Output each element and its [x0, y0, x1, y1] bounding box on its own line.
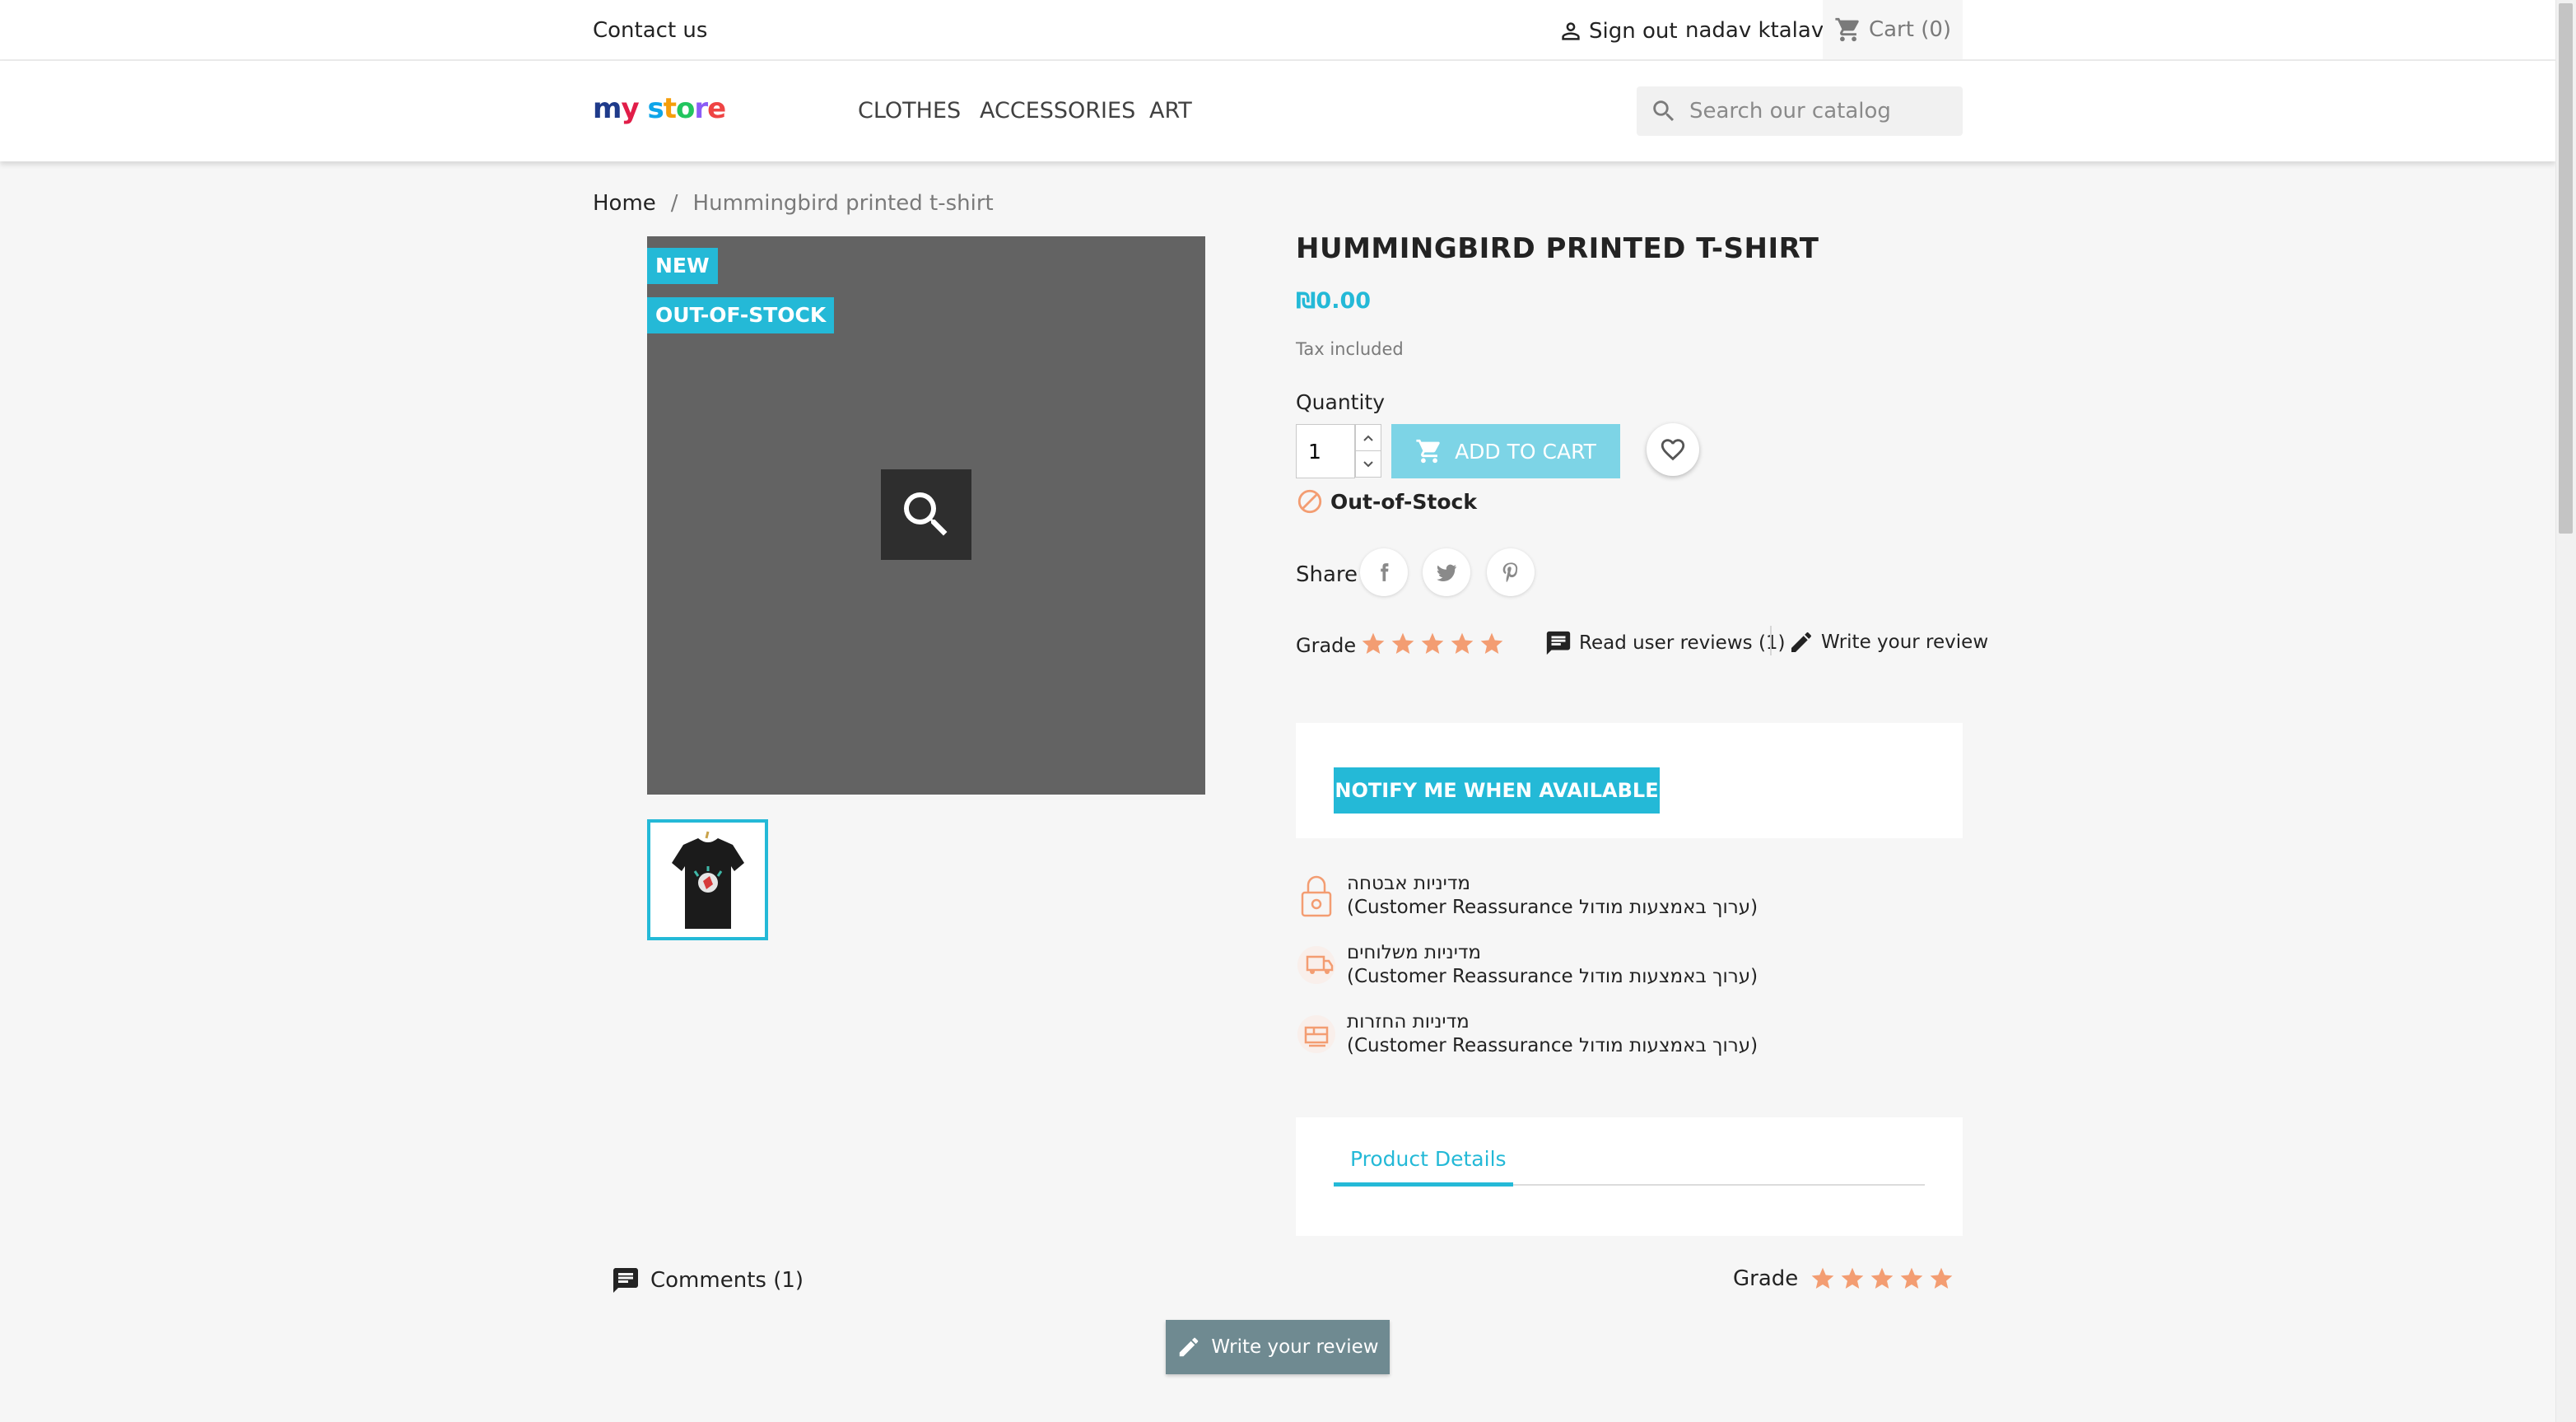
- quantity-stepper: [1355, 424, 1381, 478]
- main-nav-bar: [0, 61, 2555, 161]
- contact-us-link[interactable]: Contact us: [593, 18, 707, 43]
- quantity-increase-button[interactable]: [1355, 424, 1381, 451]
- star-icon: [1421, 632, 1444, 654]
- user-icon: [1558, 18, 1584, 44]
- quantity-decrease-button[interactable]: [1355, 450, 1381, 478]
- search-box: [1637, 86, 1963, 136]
- comments-header: Comments (1): [611, 1266, 804, 1295]
- star-icon: [1811, 1267, 1834, 1289]
- tab-product-details[interactable]: Product Details: [1350, 1147, 1507, 1171]
- product-title: HUMMINGBIRD PRINTED T-SHIRT: [1296, 232, 1819, 265]
- reassurance-item-returns: מדיניות החזרות (ערוך באמצעות מודול Custo…: [1296, 1009, 1758, 1059]
- facebook-icon: [1373, 560, 1395, 585]
- share-twitter-button[interactable]: [1423, 548, 1470, 596]
- comments-grade: Grade: [1733, 1266, 1954, 1292]
- comments-rating-stars: [1810, 1266, 1954, 1292]
- product-details-panel: [1296, 1117, 1963, 1236]
- scrollbar-thumb[interactable]: [2559, 3, 2573, 534]
- return-box-icon: [1296, 1009, 1337, 1059]
- chevron-up-icon: [1363, 435, 1373, 441]
- notify-when-available-button[interactable]: NOTIFY ME WHEN AVAILABLE: [1334, 767, 1660, 814]
- write-review-link[interactable]: Write your review: [1788, 629, 1988, 655]
- zoom-icon: [897, 485, 956, 544]
- cart-icon: [1415, 437, 1443, 465]
- breadcrumb-separator: /: [670, 191, 678, 216]
- reassurance-item-security: מדיניות אבטחה (ערוך באמצעות מודול Custom…: [1296, 871, 1758, 921]
- pencil-icon: [1176, 1335, 1201, 1359]
- write-review-button[interactable]: Write your review: [1166, 1320, 1390, 1374]
- cart-icon: [1834, 16, 1862, 44]
- chevron-down-icon: [1363, 460, 1373, 467]
- breadcrumb-current: Hummingbird printed t-shirt: [692, 191, 994, 216]
- read-reviews-link[interactable]: Read user reviews (1): [1544, 629, 1786, 657]
- product-thumbnail[interactable]: [647, 819, 768, 940]
- comment-icon: [1544, 629, 1572, 657]
- availability-label: Out-of-Stock: [1330, 489, 1477, 514]
- review-links-divider: [1770, 626, 1772, 655]
- add-to-cart-label: ADD TO CART: [1455, 439, 1596, 464]
- read-reviews-label: Read user reviews (1): [1579, 632, 1786, 654]
- star-icon: [1870, 1267, 1894, 1289]
- reassurance-title: מדיניות החזרות: [1347, 1011, 1470, 1033]
- reassurance-title: מדיניות משלוחים: [1347, 942, 1482, 963]
- lock-icon: [1296, 871, 1337, 921]
- star-icon: [1451, 632, 1474, 654]
- menu-accessories[interactable]: ACCESSORIES: [980, 98, 1135, 124]
- rating-stars: [1360, 631, 1505, 657]
- cart-label: Cart (0): [1868, 17, 1952, 42]
- account-username-link[interactable]: nadav ktalav: [1685, 18, 1824, 43]
- tab-active-indicator: [1334, 1182, 1513, 1187]
- breadcrumb-home[interactable]: Home: [593, 191, 656, 216]
- pencil-icon: [1788, 629, 1814, 655]
- cart-button[interactable]: Cart (0): [1823, 0, 1963, 59]
- menu-art[interactable]: ART: [1149, 98, 1192, 124]
- reassurance-subtitle: (ערוך באמצעות מודול Customer Reassurance…: [1347, 966, 1758, 987]
- top-bar: [0, 0, 2555, 61]
- twitter-icon: [1433, 561, 1460, 584]
- comments-count-label: Comments (1): [650, 1268, 804, 1293]
- star-icon: [1480, 632, 1503, 654]
- share-pinterest-button[interactable]: [1487, 548, 1535, 596]
- heart-icon: [1659, 436, 1687, 464]
- store-logo[interactable]: my store: [593, 92, 726, 125]
- quantity-label: Quantity: [1296, 390, 1386, 414]
- star-icon: [1900, 1267, 1923, 1289]
- product-price: ₪0.00: [1296, 288, 1372, 314]
- truck-icon: [1296, 940, 1337, 990]
- search-input[interactable]: [1689, 99, 1953, 124]
- comments-grade-label: Grade: [1733, 1266, 1799, 1291]
- reassurance-subtitle: (ערוך באמצעות מודול Customer Reassurance…: [1347, 1035, 1758, 1056]
- star-icon: [1362, 632, 1385, 654]
- wishlist-button[interactable]: [1647, 423, 1699, 476]
- menu-clothes[interactable]: CLOTHES: [858, 98, 961, 124]
- write-review-button-label: Write your review: [1211, 1336, 1379, 1358]
- sign-out-link[interactable]: Sign out: [1558, 18, 1678, 44]
- zoom-button[interactable]: [881, 469, 971, 560]
- breadcrumb: Home / Hummingbird printed t-shirt: [593, 191, 994, 216]
- quantity-field: [1296, 424, 1355, 478]
- out-of-stock-flag: OUT-OF-STOCK: [647, 297, 835, 333]
- quantity-input[interactable]: [1297, 425, 1354, 478]
- write-review-label: Write your review: [1821, 632, 1989, 653]
- comment-icon: [611, 1266, 641, 1295]
- reassurance-item-shipping: מדיניות משלוחים (ערוך באמצעות מודול Cust…: [1296, 940, 1758, 990]
- star-icon: [1391, 632, 1414, 654]
- share-label: Share: [1296, 562, 1358, 587]
- add-to-cart-button[interactable]: ADD TO CART: [1391, 424, 1620, 478]
- reassurance-title: מדיניות אבטחה: [1347, 873, 1471, 894]
- reassurance-subtitle: (ערוך באמצעות מודול Customer Reassurance…: [1347, 897, 1758, 918]
- star-icon: [1841, 1267, 1864, 1289]
- new-flag: NEW: [647, 248, 718, 284]
- pinterest-icon: [1499, 559, 1522, 585]
- tax-note: Tax included: [1296, 339, 1404, 359]
- sign-out-label: Sign out: [1589, 19, 1678, 44]
- tshirt-thumbnail-image: [659, 827, 757, 934]
- share-facebook-button[interactable]: [1360, 548, 1408, 596]
- availability-status: Out-of-Stock: [1296, 487, 1477, 515]
- grade-label: Grade: [1296, 634, 1357, 657]
- star-icon: [1930, 1267, 1953, 1289]
- block-icon: [1296, 487, 1324, 515]
- search-icon[interactable]: [1650, 97, 1678, 125]
